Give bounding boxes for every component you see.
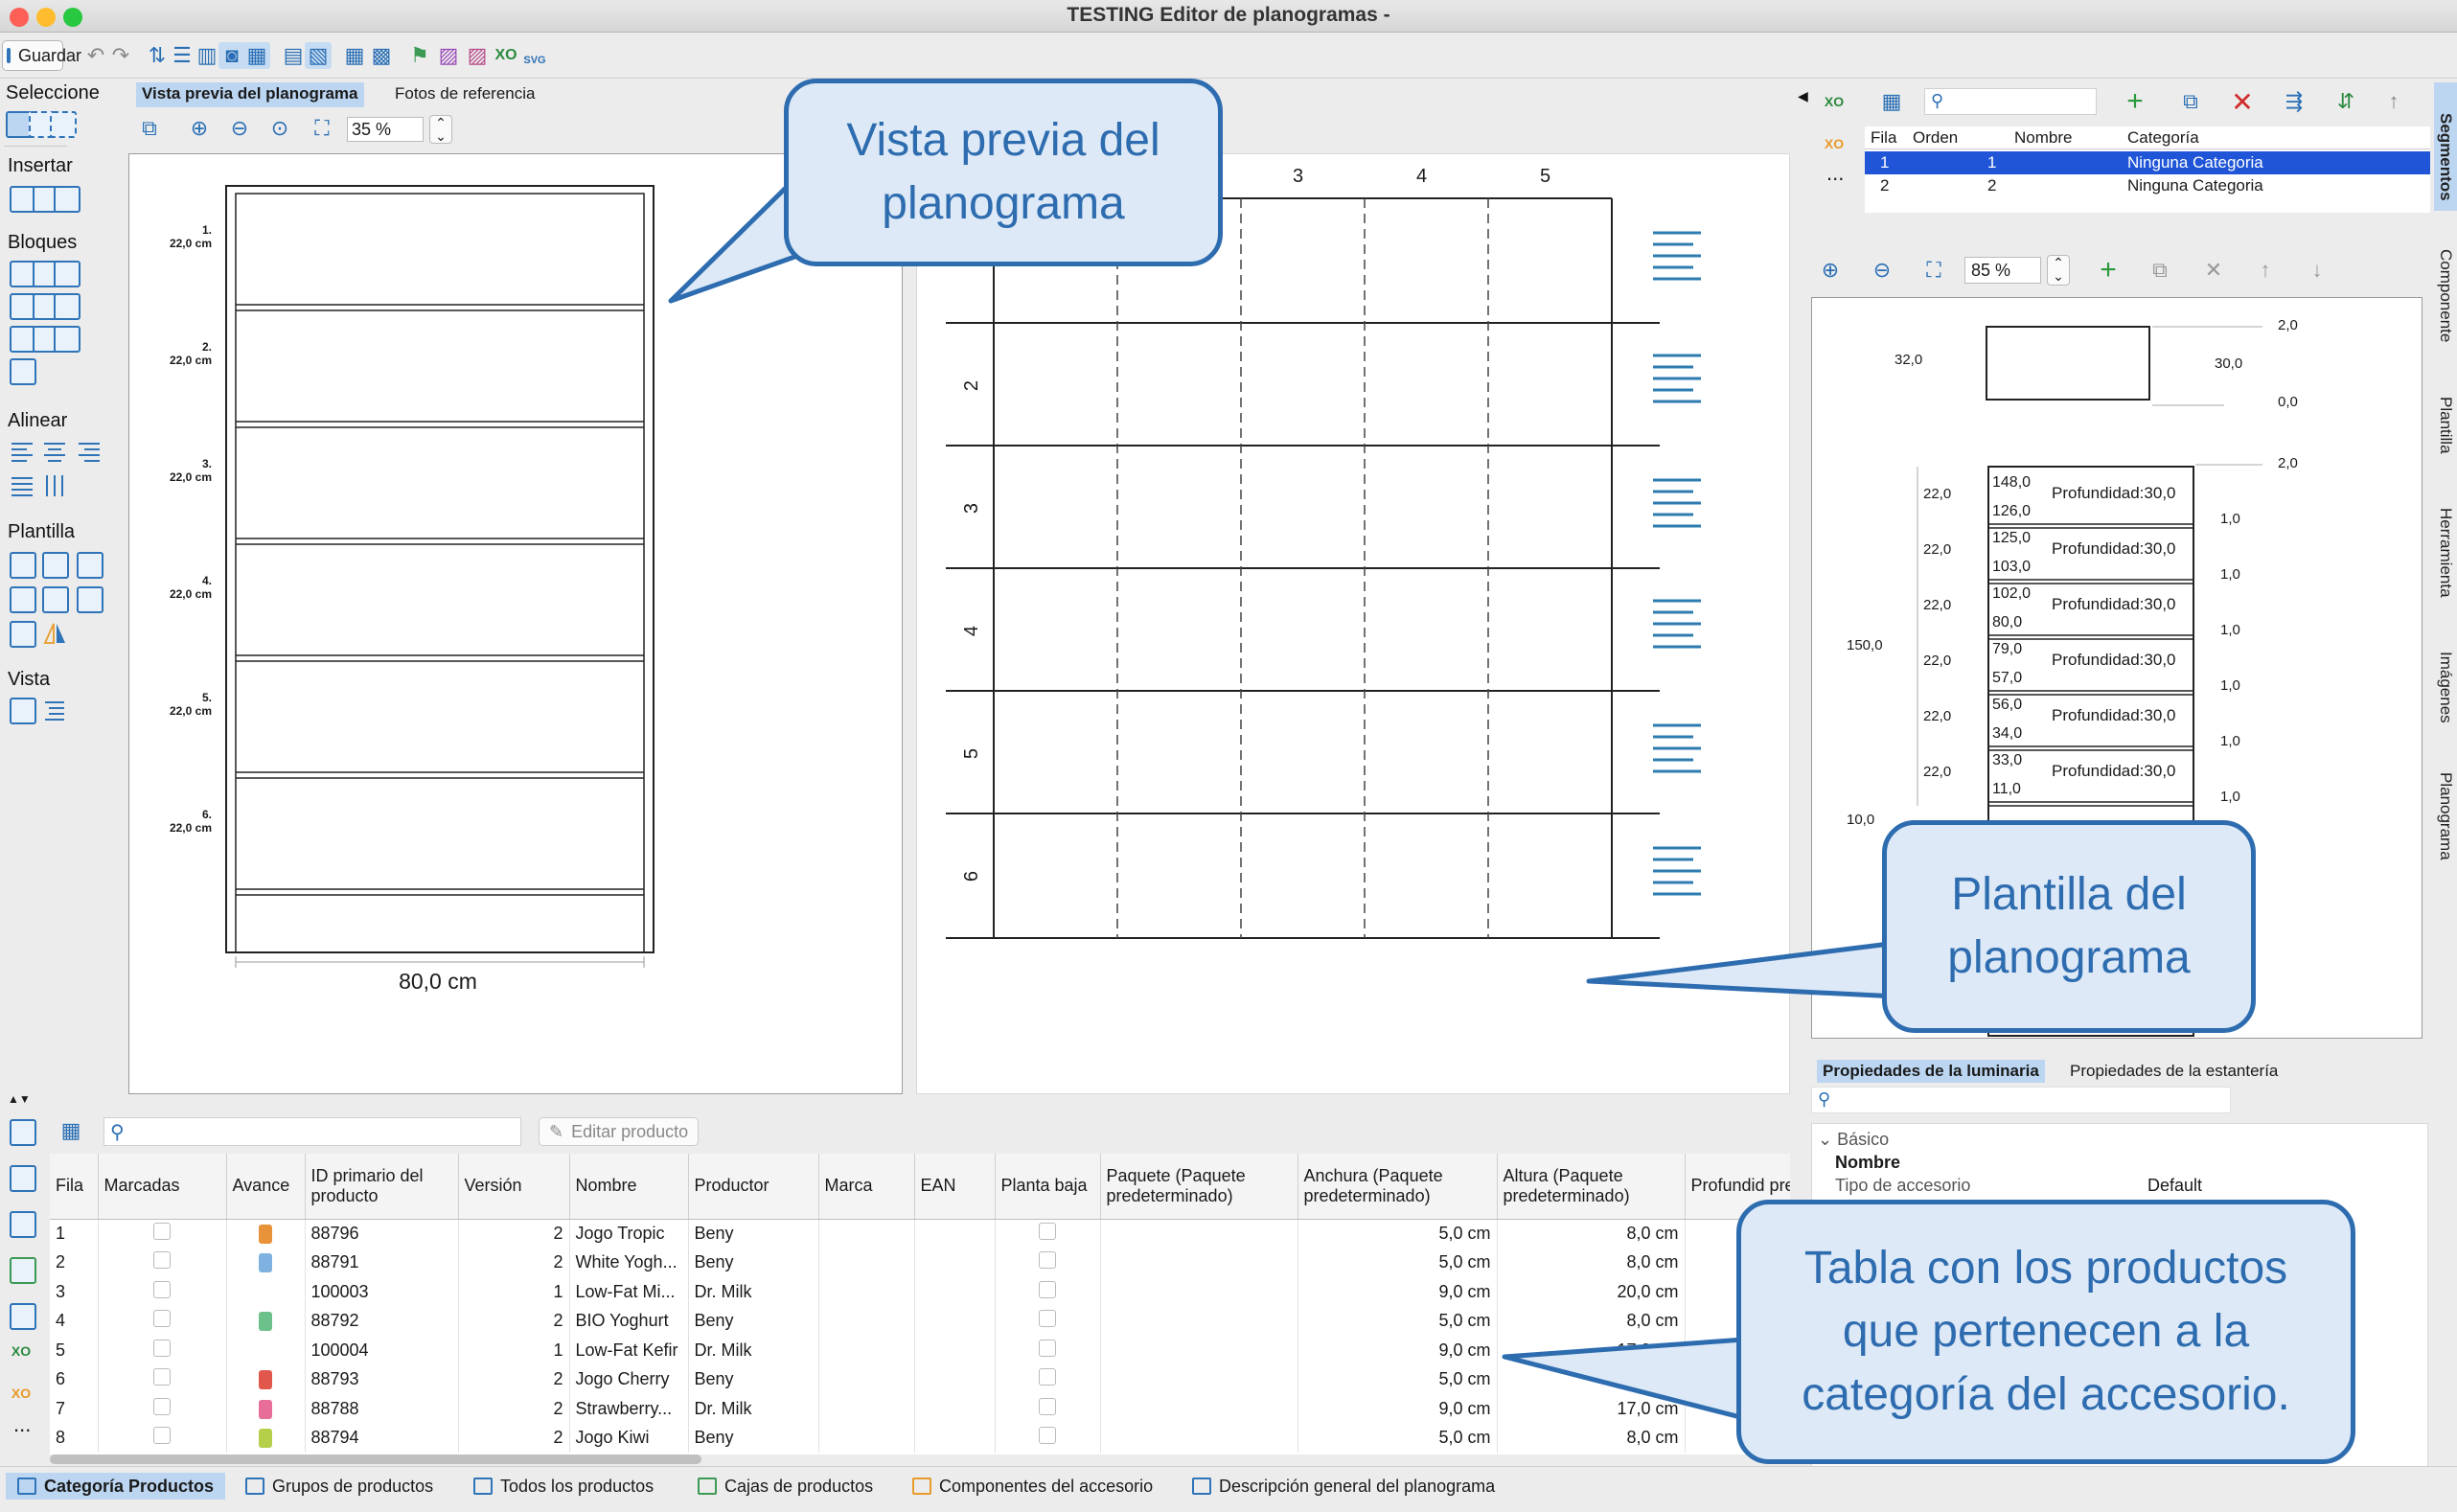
callout-preview: Vista previa del planograma: [784, 79, 1223, 266]
callout-template: Plantilla del planograma: [1882, 820, 2256, 1033]
callout-table: Tabla con los productos que pertenecen a…: [1736, 1200, 2355, 1464]
